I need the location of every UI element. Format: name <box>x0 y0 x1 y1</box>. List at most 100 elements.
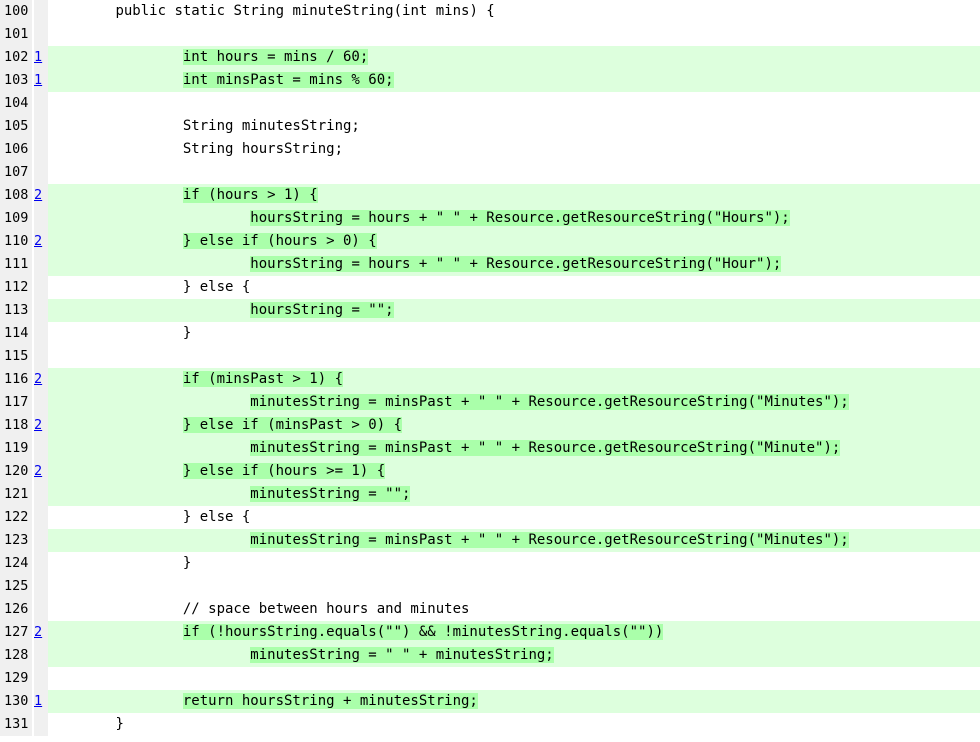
code-text: return hoursString + minutesString; <box>182 693 478 709</box>
source-line: 122 } else { <box>0 506 980 529</box>
line-number: 124 <box>0 552 32 575</box>
line-number: 126 <box>0 598 32 621</box>
hit-count-link[interactable]: 1 <box>34 49 42 65</box>
line-number: 128 <box>0 644 32 667</box>
code-cell: } <box>48 322 980 345</box>
code-cell: } <box>48 552 980 575</box>
hit-count-link[interactable]: 2 <box>34 463 42 479</box>
line-number: 129 <box>0 667 32 690</box>
code-cell <box>48 92 980 115</box>
line-number: 105 <box>0 115 32 138</box>
code-text: minutesString = minsPast + " " + Resourc… <box>250 440 841 456</box>
hit-count-link[interactable]: 2 <box>34 624 42 640</box>
code-cell: // space between hours and minutes <box>48 598 980 621</box>
code-text: } <box>115 716 124 732</box>
line-number: 104 <box>0 92 32 115</box>
hit-count-cell <box>34 23 48 46</box>
line-number: 123 <box>0 529 32 552</box>
hit-count-link[interactable]: 2 <box>34 233 42 249</box>
hit-count-link[interactable]: 2 <box>34 417 42 433</box>
source-line: 127 2 if (!hoursString.equals("") && !min… <box>0 621 980 644</box>
hit-count-cell: 2 <box>34 230 48 253</box>
hit-count-link[interactable]: 2 <box>34 371 42 387</box>
hit-count-cell <box>34 506 48 529</box>
hit-count-cell <box>34 345 48 368</box>
source-line: 121 minutesString = ""; <box>0 483 980 506</box>
code-text: if (!hoursString.equals("") && !minutesS… <box>182 624 664 640</box>
code-cell <box>48 161 980 184</box>
line-number: 122 <box>0 506 32 529</box>
code-cell: minutesString = minsPast + " " + Resourc… <box>48 437 980 460</box>
code-cell: if (!hoursString.equals("") && !minutesS… <box>48 621 980 644</box>
code-text: } else { <box>182 279 251 295</box>
source-line: 110 2 } else if (hours > 0) { <box>0 230 980 253</box>
hit-count-cell <box>34 529 48 552</box>
code-cell: if (hours > 1) { <box>48 184 980 207</box>
code-cell: minutesString = minsPast + " " + Resourc… <box>48 529 980 552</box>
code-text: String hoursString; <box>182 141 344 157</box>
source-line: 117 minutesString = minsPast + " " + Res… <box>0 391 980 414</box>
source-line: 100 public static String minuteString(in… <box>0 0 980 23</box>
line-number: 103 <box>0 69 32 92</box>
code-text: hoursString = hours + " " + Resource.get… <box>250 210 790 226</box>
code-text: minutesString = ""; <box>250 486 411 502</box>
code-cell: int hours = mins / 60; <box>48 46 980 69</box>
source-line: 116 2 if (minsPast > 1) { <box>0 368 980 391</box>
source-line: 101 <box>0 23 980 46</box>
code-cell: String hoursString; <box>48 138 980 161</box>
hit-count-cell <box>34 138 48 161</box>
code-cell: minutesString = " " + minutesString; <box>48 644 980 667</box>
hit-count-link[interactable]: 2 <box>34 187 42 203</box>
hit-count-cell: 1 <box>34 46 48 69</box>
source-line: 115 <box>0 345 980 368</box>
code-text: hoursString = ""; <box>250 302 394 318</box>
code-cell: return hoursString + minutesString; <box>48 690 980 713</box>
source-line: 106 String hoursString; <box>0 138 980 161</box>
hit-count-cell: 1 <box>34 690 48 713</box>
source-line: 130 1 return hoursString + minutesString; <box>0 690 980 713</box>
hit-count-cell: 2 <box>34 184 48 207</box>
line-number: 116 <box>0 368 32 391</box>
hit-count-cell <box>34 322 48 345</box>
hit-count-cell: 2 <box>34 621 48 644</box>
line-number: 117 <box>0 391 32 414</box>
source-line: 108 2 if (hours > 1) { <box>0 184 980 207</box>
code-cell: public static String minuteString(int mi… <box>48 0 980 23</box>
code-text: minutesString = minsPast + " " + Resourc… <box>250 394 849 410</box>
hit-count-cell <box>34 644 48 667</box>
source-line: 107 <box>0 161 980 184</box>
hit-count-cell <box>34 92 48 115</box>
hit-count-link[interactable]: 1 <box>34 693 42 709</box>
code-text: // space between hours and minutes <box>182 601 470 617</box>
hit-count-link[interactable]: 1 <box>34 72 42 88</box>
code-text: minutesString = minsPast + " " + Resourc… <box>250 532 849 548</box>
line-number: 119 <box>0 437 32 460</box>
code-cell: hoursString = ""; <box>48 299 980 322</box>
line-number: 131 <box>0 713 32 736</box>
line-number: 109 <box>0 207 32 230</box>
line-number: 107 <box>0 161 32 184</box>
source-line: 119 minutesString = minsPast + " " + Res… <box>0 437 980 460</box>
line-number: 108 <box>0 184 32 207</box>
source-line: 104 <box>0 92 980 115</box>
code-text: } else if (hours > 0) { <box>182 233 377 249</box>
hit-count-cell: 2 <box>34 460 48 483</box>
code-cell: } else if (hours >= 1) { <box>48 460 980 483</box>
code-text: } <box>182 555 192 571</box>
code-cell: } else { <box>48 506 980 529</box>
hit-count-cell <box>34 552 48 575</box>
source-line: 120 2 } else if (hours >= 1) { <box>0 460 980 483</box>
code-cell: minutesString = minsPast + " " + Resourc… <box>48 391 980 414</box>
